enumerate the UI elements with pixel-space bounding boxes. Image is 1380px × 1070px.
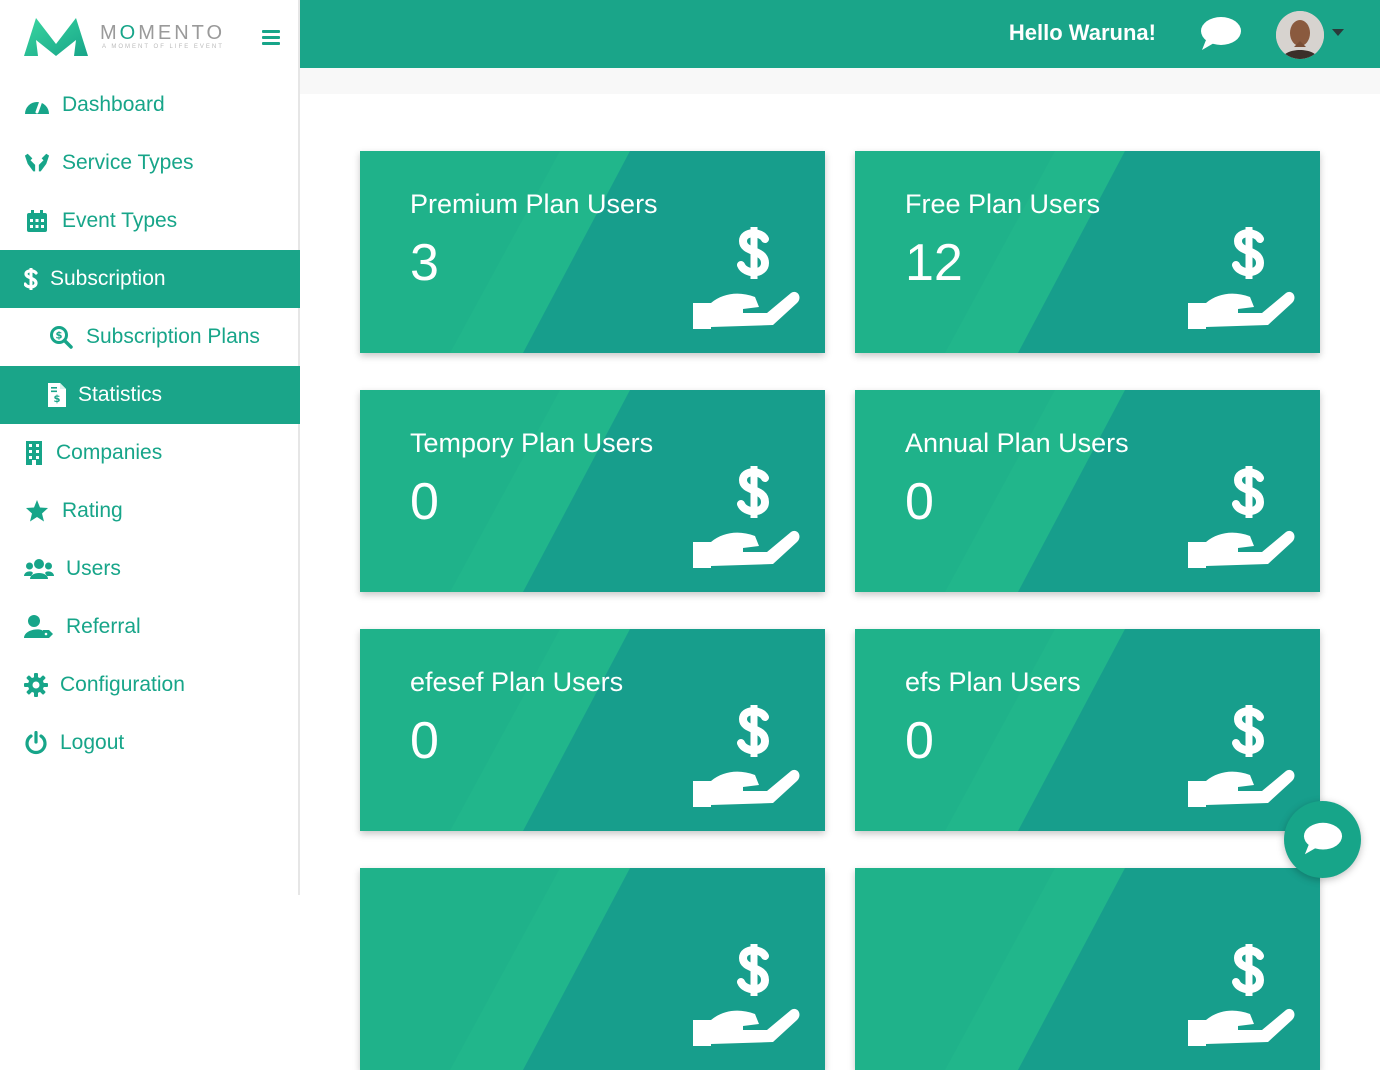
sidebar: MOMENTO A MOMENT OF LIFE EVENT Dashboard… [0, 0, 300, 895]
money-hand-icon [693, 944, 800, 1046]
card-count: 0 [410, 712, 439, 770]
gear-icon [24, 672, 48, 698]
money-hand-icon [1188, 466, 1295, 568]
card-count: 0 [410, 473, 439, 531]
sidebar-item-label: Configuration [60, 673, 185, 696]
money-hand-icon [1188, 705, 1295, 807]
sidebar-item-referral[interactable]: Referral [0, 598, 300, 656]
sidebar-item-configuration[interactable]: Configuration [0, 656, 300, 714]
card-count: 3 [410, 234, 439, 292]
plan-stat-card[interactable] [360, 868, 825, 1070]
sidebar-item-label: Subscription [50, 267, 166, 290]
card-title: Premium Plan Users [410, 189, 658, 219]
sidebar-item-label: Referral [66, 615, 141, 638]
money-hand-icon [1188, 944, 1295, 1046]
plan-stat-card[interactable]: efs Plan Users 0 [855, 629, 1320, 831]
sidebar-item-event-types[interactable]: Event Types [0, 192, 300, 250]
power-icon [24, 730, 48, 756]
sidebar-item-label: Subscription Plans [86, 325, 260, 348]
plan-stat-card[interactable]: Free Plan Users 12 [855, 151, 1320, 353]
calendar-icon [24, 208, 50, 234]
top-bar: Hello Waruna! [300, 0, 1380, 68]
plan-stat-card[interactable] [855, 868, 1320, 1070]
search-dollar-icon: $ [48, 324, 74, 350]
sidebar-item-label: Users [66, 557, 121, 580]
money-hand-icon [693, 227, 800, 329]
sub-header-strip [300, 68, 1380, 94]
star-icon [24, 498, 50, 524]
chat-icon[interactable] [1200, 16, 1242, 52]
invoice-icon: $ [48, 382, 66, 408]
sidebar-item-users[interactable]: Users [0, 540, 300, 598]
svg-text:$: $ [56, 331, 63, 342]
sidebar-item-label: Dashboard [62, 93, 165, 116]
menu-toggle-icon[interactable] [262, 30, 280, 46]
sidebar-item-label: Rating [62, 499, 123, 522]
brand: MOMENTO A MOMENT OF LIFE EVENT [0, 0, 300, 68]
brand-name: MOMENTO [100, 22, 226, 44]
money-hand-icon [693, 466, 800, 568]
sidebar-item-label: Companies [56, 441, 163, 464]
momento-logo[interactable] [22, 14, 90, 58]
plan-stat-card[interactable]: Premium Plan Users 3 [360, 151, 825, 353]
user-avatar[interactable] [1276, 11, 1324, 59]
card-count: 0 [905, 712, 934, 770]
dollar-icon [24, 266, 38, 292]
user-tag-icon [24, 614, 54, 640]
sidebar-item-dashboard[interactable]: Dashboard [0, 76, 300, 134]
sidebar-item-companies[interactable]: Companies [0, 424, 300, 482]
money-hand-icon [1188, 227, 1295, 329]
sidebar-item-subscription[interactable]: Subscription [0, 250, 300, 308]
sidebar-item-logout[interactable]: Logout [0, 714, 300, 772]
sidebar-item-rating[interactable]: Rating [0, 482, 300, 540]
dashboard-icon [24, 92, 50, 118]
sidebar-item-label: Event Types [62, 209, 178, 232]
chat-icon [1303, 822, 1343, 855]
sidebar-item-statistics[interactable]: $ Statistics [0, 366, 300, 424]
sidebar-item-service-types[interactable]: Service Types [0, 134, 300, 192]
chevron-down-icon[interactable] [1332, 29, 1344, 36]
card-title: Annual Plan Users [905, 428, 1129, 458]
hands-icon [24, 150, 50, 176]
card-title: Tempory Plan Users [410, 428, 654, 458]
plan-stat-card[interactable]: Tempory Plan Users 0 [360, 390, 825, 592]
sidebar-item-subscription-plans[interactable]: $ Subscription Plans [0, 308, 300, 366]
sidebar-item-label: Statistics [78, 383, 163, 406]
brand-tagline: A MOMENT OF LIFE EVENT [102, 44, 224, 50]
greeting-text: Hello Waruna! [1008, 20, 1156, 45]
money-hand-icon [693, 705, 800, 807]
svg-text:$: $ [54, 394, 61, 405]
sidebar-item-label: Logout [60, 731, 125, 754]
card-count: 12 [905, 234, 963, 292]
plan-stat-card[interactable]: Annual Plan Users 0 [855, 390, 1320, 592]
building-icon [24, 440, 44, 466]
card-title: Free Plan Users [905, 189, 1101, 219]
card-title: efesef Plan Users [410, 667, 624, 697]
floating-chat-button[interactable] [1284, 801, 1361, 878]
sidebar-nav: Dashboard Service Types Event Types Subs… [0, 76, 300, 772]
card-title: efs Plan Users [905, 667, 1081, 697]
users-icon [24, 556, 54, 582]
plan-stat-card[interactable]: efesef Plan Users 0 [360, 629, 825, 831]
card-count: 0 [905, 473, 934, 531]
sidebar-item-label: Service Types [62, 151, 194, 174]
